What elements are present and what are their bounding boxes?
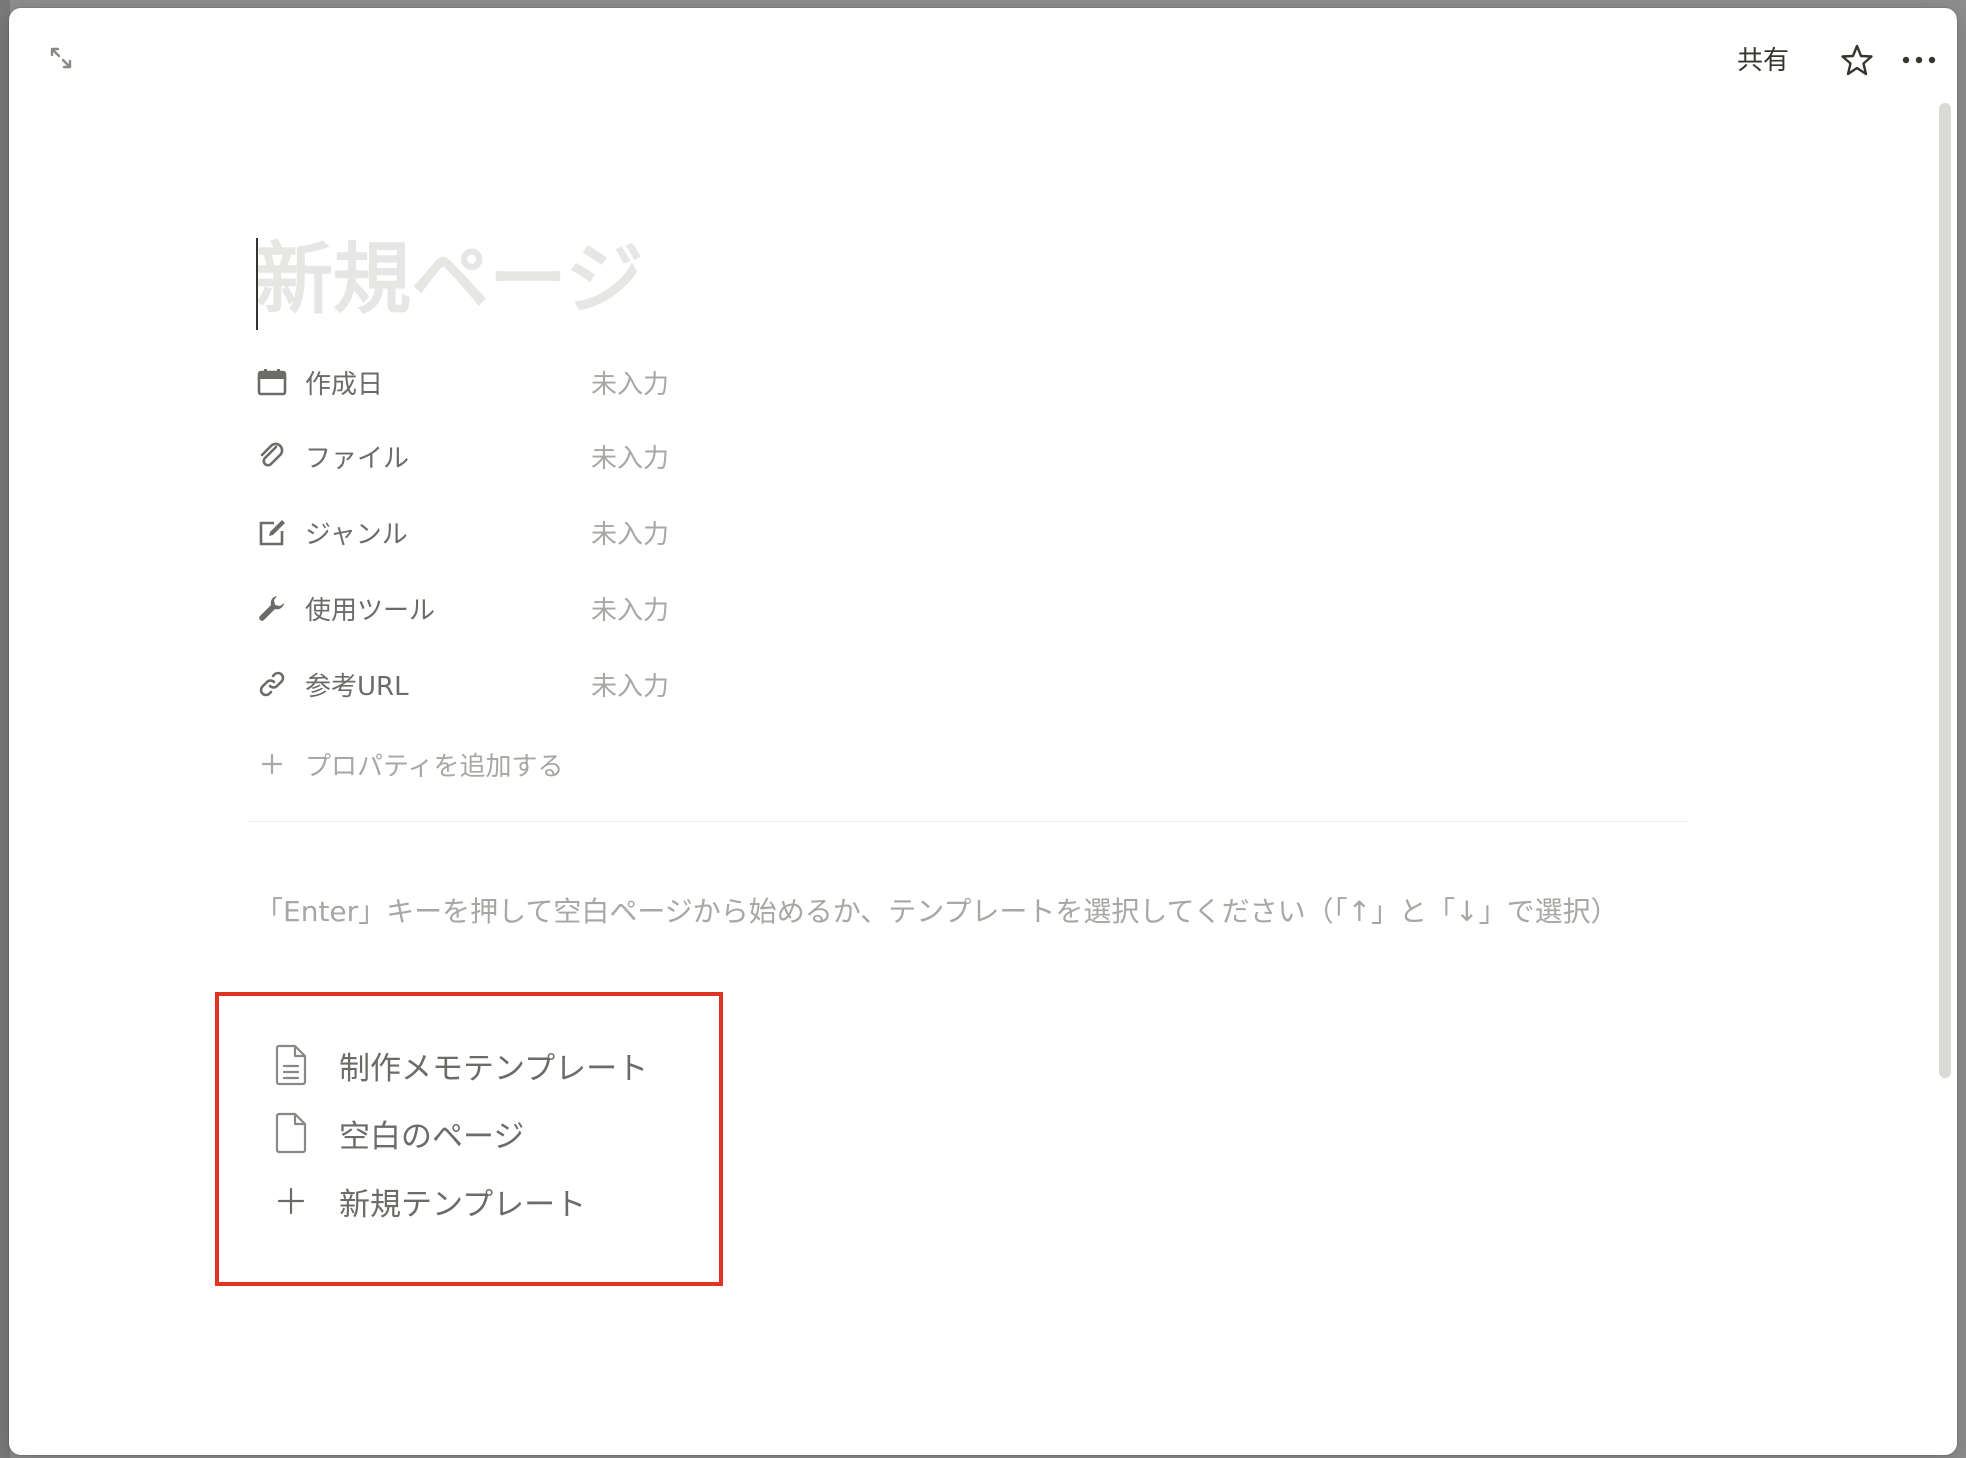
template-label: 新規テンプレート [339, 1186, 587, 1223]
template-label: 空白のページ [339, 1118, 525, 1155]
property-label: 作成日 [305, 369, 384, 400]
property-value[interactable]: 未入力 [591, 514, 669, 551]
property-value[interactable]: 未入力 [591, 590, 669, 627]
property-value[interactable]: 未入力 [591, 438, 669, 475]
more-options-button[interactable] [1895, 38, 1943, 82]
property-label: ジャンル [305, 519, 408, 550]
modal-topbar: 共有 [9, 8, 1957, 98]
scrollbar[interactable] [1939, 103, 1951, 1078]
add-property-label: プロパティを追加する [305, 751, 564, 782]
template-item-blank-page[interactable]: 空白のページ [271, 1102, 524, 1164]
template-item-production-memo[interactable]: 制作メモテンプレート [271, 1034, 648, 1096]
template-label: 制作メモテンプレート [339, 1050, 649, 1087]
favorite-button[interactable] [1835, 38, 1879, 82]
add-property-button[interactable]: プロパティを追加する [255, 734, 563, 794]
divider [247, 821, 1687, 822]
link-icon [255, 667, 289, 701]
wrench-icon [255, 591, 289, 625]
property-row-created[interactable]: 作成日 未入力 [255, 352, 755, 412]
more-horizontal-icon [1902, 56, 1936, 64]
text-caret [256, 238, 258, 330]
template-item-new-template[interactable]: 新規テンプレート [271, 1170, 586, 1232]
paperclip-icon [255, 439, 289, 473]
property-row-genre[interactable]: ジャンル 未入力 [255, 502, 755, 562]
share-button[interactable]: 共有 [1729, 35, 1797, 81]
property-label: 参考URL [305, 671, 409, 702]
property-row-tools[interactable]: 使用ツール 未入力 [255, 578, 755, 638]
calendar-icon [255, 365, 289, 399]
expand-button[interactable] [41, 38, 81, 78]
page-title-input[interactable]: 新規ページ [255, 230, 643, 330]
property-label: 使用ツール [305, 595, 436, 626]
property-value[interactable]: 未入力 [591, 364, 669, 401]
property-value[interactable]: 未入力 [591, 666, 669, 703]
plus-icon [255, 747, 289, 781]
plus-icon [271, 1179, 311, 1223]
edit-checkbox-icon [255, 515, 289, 549]
expand-arrows-icon [50, 47, 72, 69]
property-label: ファイル [305, 443, 410, 474]
document-blank-icon [271, 1111, 311, 1155]
property-row-reference-url[interactable]: 参考URL 未入力 [255, 654, 755, 714]
star-outline-icon [1841, 44, 1873, 76]
page-peek-modal: 共有 新規ページ 作成日 未入力 ファイル 未入力 ジャンル 未入力 使用ツール… [9, 8, 1957, 1455]
template-hint-text: 「Enter」キーを押して空白ページから始めるか、テンプレートを選択してください… [255, 895, 1619, 928]
property-row-file[interactable]: ファイル 未入力 [255, 426, 755, 486]
document-lines-icon [271, 1043, 311, 1087]
